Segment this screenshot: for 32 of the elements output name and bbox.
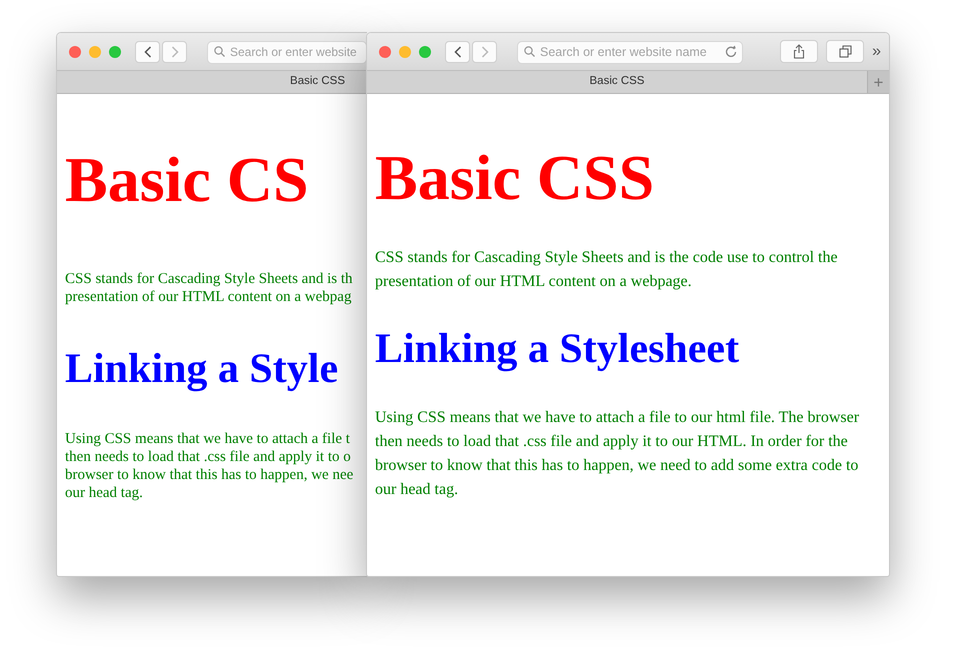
paragraph: CSS stands for Cascading Style Sheets and is the code use to control the presentation of our HTML content on a webpage.: [375, 248, 839, 292]
close-button[interactable]: [69, 46, 81, 58]
paragraph: Using CSS means that we have to attach a file to our html file. The browser then needs to load that .css file and apply it to our HTML. In order for the browser to know that this has to happen, we need to add some extra code to our head tag.: [375, 408, 860, 500]
chevron-left-icon: [144, 46, 152, 58]
section-heading: Linking a Stylesheet: [375, 326, 740, 372]
share-button[interactable]: [780, 40, 818, 63]
page-heading: Basic CSS: [375, 146, 654, 210]
back-button[interactable]: [445, 40, 470, 62]
zoom-button[interactable]: [109, 46, 121, 58]
tab-title[interactable]: Basic CSS: [290, 71, 345, 93]
address-field[interactable]: Search or enter website: [207, 40, 367, 64]
section-heading: Linking a Style: [65, 346, 338, 392]
share-icon: [793, 44, 806, 59]
overflow-button[interactable]: »: [872, 44, 881, 60]
page-heading: Basic CS: [65, 148, 309, 212]
close-button[interactable]: [379, 46, 391, 58]
chevron-left-icon: [454, 46, 462, 58]
paragraph: Using CSS means that we have to attach a file t then needs to load that .css file and apply it to o browser to know that this has to happen, we nee our head tag.: [65, 430, 354, 502]
chevron-right-icon: [480, 46, 488, 58]
address-field[interactable]: Search or enter website name: [517, 40, 743, 64]
zoom-button[interactable]: [419, 46, 431, 58]
tab-title[interactable]: Basic CSS: [367, 71, 867, 93]
minimize-button[interactable]: [399, 46, 411, 58]
back-button[interactable]: [135, 40, 160, 62]
overlapping-squares-icon: [838, 45, 852, 58]
minimize-button[interactable]: [89, 46, 101, 58]
search-icon: [214, 46, 225, 57]
paragraph: CSS stands for Cascading Style Sheets and is th presentation of our HTML content on a webpag: [65, 270, 352, 306]
tabs-button[interactable]: [826, 40, 864, 63]
search-icon: [524, 46, 535, 57]
reload-icon: [725, 45, 737, 58]
chevron-right-icon: [170, 46, 178, 58]
